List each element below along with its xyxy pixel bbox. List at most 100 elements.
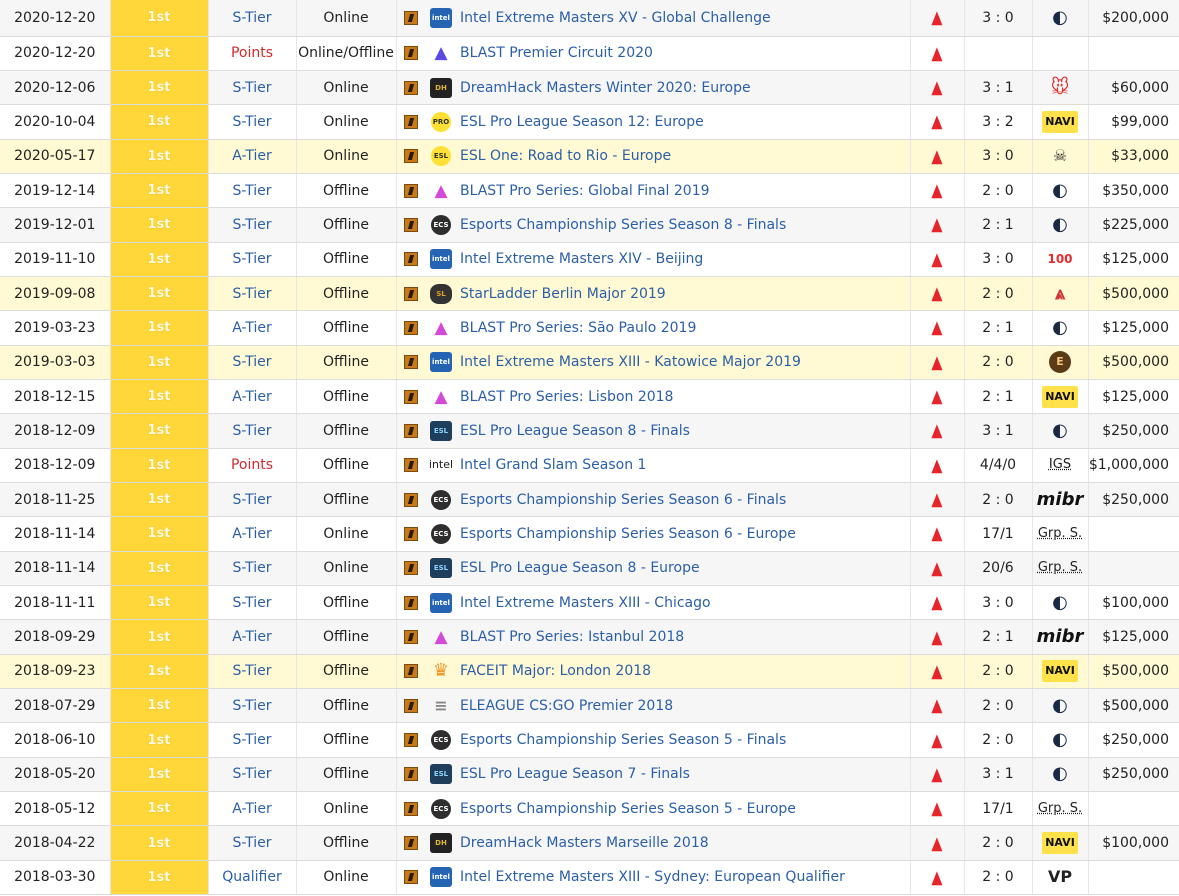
tier-link[interactable]: A-Tier	[208, 791, 297, 827]
tournament-link[interactable]: ESL Pro League Season 12: Europe	[456, 104, 911, 140]
esl-season-logo-icon[interactable]: ESL	[430, 764, 452, 785]
csgo-icon[interactable]	[404, 80, 419, 95]
tournament-link[interactable]: ELEAGUE CS:GO Premier 2018	[456, 688, 911, 724]
csgo-icon[interactable]	[404, 355, 419, 370]
mousesports-team-logo[interactable]: 🐭	[1045, 77, 1075, 99]
tournament-link[interactable]: FACEIT Major: London 2018	[456, 654, 911, 690]
tier-link[interactable]: A-Tier	[208, 379, 297, 415]
tier-link[interactable]: S-Tier	[208, 585, 297, 621]
tier-link[interactable]: S-Tier	[208, 688, 297, 724]
astralis-logo-icon[interactable]: ▲	[931, 798, 942, 819]
tournament-link[interactable]: BLAST Premier Circuit 2020	[456, 36, 911, 71]
liquid-team-logo[interactable]: ◐	[1045, 729, 1075, 751]
faceit-logo-icon[interactable]: ♛	[430, 661, 452, 681]
tournament-link[interactable]: Esports Championship Series Season 6 - F…	[456, 482, 911, 518]
ecs-logo-icon[interactable]: ECS	[431, 523, 451, 544]
100thieves-team-logo[interactable]: 100	[1045, 248, 1075, 270]
ecs-logo-icon[interactable]: ECS	[431, 489, 451, 510]
mibr-team-logo[interactable]: mibr	[1037, 626, 1084, 648]
tier-link[interactable]: S-Tier	[208, 207, 297, 243]
csgo-icon[interactable]	[404, 733, 419, 748]
esl-season-logo-icon[interactable]: ESL	[430, 420, 452, 441]
tier-link[interactable]: S-Tier	[208, 345, 297, 380]
intel-logo-icon[interactable]: intel	[430, 592, 452, 613]
tier-link[interactable]: S-Tier	[208, 276, 297, 312]
csgo-icon[interactable]	[404, 114, 419, 129]
csgo-icon[interactable]	[404, 836, 419, 851]
astralis-logo-icon[interactable]: ▲	[931, 661, 942, 682]
tournament-link[interactable]: Intel Extreme Masters XIII - Katowice Ma…	[456, 345, 911, 380]
blast-logo-icon[interactable]: ▲	[430, 43, 452, 63]
liquid-team-logo[interactable]: ◐	[1045, 180, 1075, 202]
blast-pro-logo-icon[interactable]: ▲	[430, 387, 452, 407]
tournament-link[interactable]: Intel Extreme Masters XIII - Sydney: Eur…	[456, 860, 911, 896]
navi-team-logo[interactable]: NAVI	[1042, 385, 1078, 408]
starladder-logo-icon[interactable]: SL	[430, 283, 452, 304]
astralis-logo-icon[interactable]: ▲	[931, 7, 942, 28]
csgo-icon[interactable]	[404, 320, 419, 335]
csgo-icon[interactable]	[404, 767, 419, 782]
navi-team-logo[interactable]: NAVI	[1042, 660, 1078, 683]
astralis-logo-icon[interactable]: ▲	[931, 523, 942, 544]
tier-link[interactable]: S-Tier	[208, 722, 297, 758]
tournament-link[interactable]: BLAST Pro Series: São Paulo 2019	[456, 310, 911, 346]
eleague-logo-icon[interactable]: ≡	[430, 696, 452, 716]
mibr-team-logo[interactable]: mibr	[1037, 489, 1084, 511]
tier-link[interactable]: Points	[208, 36, 297, 71]
csgo-icon[interactable]	[404, 492, 419, 507]
tier-link[interactable]: A-Tier	[208, 310, 297, 346]
astralis-logo-icon[interactable]: ▲	[931, 111, 942, 132]
astralis-logo-icon[interactable]: ▲	[931, 420, 942, 441]
tournament-link[interactable]: StarLadder Berlin Major 2019	[456, 276, 911, 312]
tournament-link[interactable]: ESL Pro League Season 8 - Finals	[456, 413, 911, 449]
tournament-link[interactable]: BLAST Pro Series: Istanbul 2018	[456, 619, 911, 655]
csgo-icon[interactable]	[404, 10, 419, 25]
csgo-icon[interactable]	[404, 630, 419, 645]
tier-link[interactable]: A-Tier	[208, 619, 297, 655]
blast-pro-logo-icon[interactable]: ▲	[430, 627, 452, 647]
astralis-logo-icon[interactable]: ▲	[931, 867, 942, 888]
tier-link[interactable]: S-Tier	[208, 551, 297, 587]
astralis-logo-icon[interactable]: ▲	[931, 730, 942, 751]
liquid-team-logo[interactable]: ◐	[1045, 763, 1075, 785]
tier-link[interactable]: S-Tier	[208, 482, 297, 518]
csgo-icon[interactable]	[404, 252, 419, 267]
tournament-link[interactable]: Intel Extreme Masters XIV - Beijing	[456, 242, 911, 277]
esl-season-logo-icon[interactable]: ESL	[430, 558, 452, 579]
opponent-text[interactable]: Grp. S.	[1038, 523, 1082, 545]
csgo-icon[interactable]	[404, 149, 419, 164]
astralis-logo-icon[interactable]: ▲	[931, 317, 942, 338]
csgo-icon[interactable]	[404, 286, 419, 301]
tier-link[interactable]: S-Tier	[208, 70, 297, 106]
ecs-logo-icon[interactable]: ECS	[431, 798, 451, 819]
astralis-logo-icon[interactable]: ▲	[931, 627, 942, 648]
csgo-icon[interactable]	[404, 217, 419, 232]
tournament-link[interactable]: BLAST Pro Series: Global Final 2019	[456, 173, 911, 209]
tier-link[interactable]: S-Tier	[208, 173, 297, 209]
csgo-icon[interactable]	[404, 183, 419, 198]
csgo-icon[interactable]	[404, 561, 419, 576]
astralis-logo-icon[interactable]: ▲	[931, 386, 942, 407]
tournament-link[interactable]: Intel Extreme Masters XV - Global Challe…	[456, 0, 911, 37]
tier-link[interactable]: S-Tier	[208, 104, 297, 140]
liquid-team-logo[interactable]: ◐	[1045, 7, 1075, 29]
tournament-link[interactable]: Esports Championship Series Season 8 - F…	[456, 207, 911, 243]
tournament-link[interactable]: ESL Pro League Season 7 - Finals	[456, 757, 911, 793]
astralis-logo-icon[interactable]: ▲	[931, 833, 942, 854]
navi-team-logo[interactable]: NAVI	[1042, 110, 1078, 133]
tier-link[interactable]: S-Tier	[208, 413, 297, 449]
esl-pro-league-logo-icon[interactable]: PRO	[431, 111, 451, 132]
astralis-logo-icon[interactable]: ▲	[931, 249, 942, 270]
csgo-icon[interactable]	[404, 698, 419, 713]
dreamhack-logo-icon[interactable]: DH	[430, 833, 452, 854]
tier-link[interactable]: S-Tier	[208, 825, 297, 861]
tournament-link[interactable]: ESL Pro League Season 8 - Europe	[456, 551, 911, 587]
liquid-team-logo[interactable]: ◐	[1045, 592, 1075, 614]
astralis-logo-icon[interactable]: ▲	[931, 455, 942, 476]
tournament-link[interactable]: Esports Championship Series Season 5 - E…	[456, 791, 911, 827]
tier-link[interactable]: Qualifier	[208, 860, 297, 896]
virtuspro-team-logo[interactable]: VP	[1045, 866, 1075, 888]
tournament-link[interactable]: Esports Championship Series Season 5 - F…	[456, 722, 911, 758]
tier-link[interactable]: S-Tier	[208, 0, 297, 37]
astralis-logo-icon[interactable]: ▲	[931, 352, 942, 373]
